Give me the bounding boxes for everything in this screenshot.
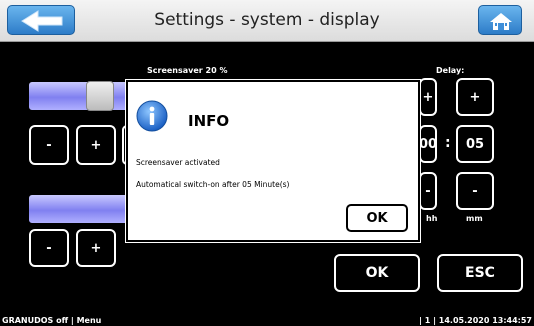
screensaver-slider[interactable] [29, 82, 129, 110]
info-icon [136, 100, 168, 132]
status-bar: GRANUDOS off | Menu | 1 | 14.05.2020 13:… [0, 314, 534, 326]
delay-minutes-minus-button[interactable]: - [456, 172, 494, 210]
dialog-title: INFO [188, 112, 230, 130]
delay-minutes-plus-button[interactable]: + [456, 78, 494, 116]
minutes-label: mm [466, 214, 483, 223]
home-button[interactable] [478, 5, 522, 35]
brightness-plus-button[interactable]: + [76, 229, 116, 267]
ok-button[interactable]: OK [334, 254, 420, 292]
dialog-message-1: Screensaver activated [136, 158, 220, 167]
brightness-minus-button[interactable]: - [29, 229, 69, 267]
screensaver-minus-button[interactable]: - [29, 125, 69, 165]
info-dialog: INFO Screensaver activated Automatical s… [126, 80, 420, 242]
screensaver-plus-button[interactable]: + [76, 125, 116, 165]
screensaver-slider-thumb[interactable] [86, 81, 114, 111]
delay-hours-minus-button[interactable]: - [419, 172, 437, 210]
delay-minutes-field[interactable]: 05 [456, 125, 494, 163]
dialog-ok-button[interactable]: OK [346, 204, 408, 232]
delay-hours-plus-button[interactable]: + [419, 78, 437, 116]
brightness-slider[interactable] [29, 195, 129, 223]
esc-button[interactable]: ESC [437, 254, 523, 292]
hours-label: hh [426, 214, 438, 223]
page-title: Settings - system - display [154, 10, 380, 30]
status-left: GRANUDOS off | Menu [2, 316, 102, 325]
delay-label: Delay: [436, 66, 465, 75]
title-bar: Settings - system - display [0, 0, 534, 42]
status-right: | 1 | 14.05.2020 13:44:57 [419, 316, 532, 325]
delay-hours-field[interactable]: 00 [419, 125, 437, 163]
screensaver-label: Screensaver 20 % [147, 66, 228, 75]
dialog-message-2: Automatical switch-on after 05 Minute(s) [136, 180, 290, 189]
time-separator: : [445, 135, 451, 151]
home-icon [490, 13, 512, 30]
